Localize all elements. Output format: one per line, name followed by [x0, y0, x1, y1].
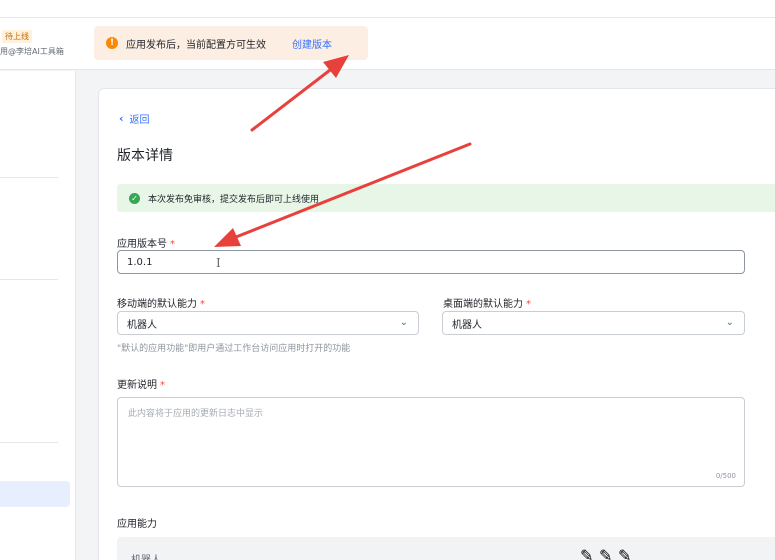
create-version-link[interactable]: 创建版本 [292, 36, 332, 51]
sidebar-item-active[interactable] [0, 481, 70, 507]
desktop-capability-label: 桌面端的默认能力 * [443, 299, 531, 310]
capabilities-label: 应用能力 [117, 519, 157, 530]
success-notice: ✓ 本次发布免审核，提交发布后即可上线使用 [117, 184, 775, 212]
changelog-placeholder: 此内容将于应用的更新日志中显示 [128, 409, 264, 419]
required-mark: * [200, 299, 205, 310]
publish-notice: ! 应用发布后，当前配置方可生效 创建版本 [94, 26, 368, 60]
check-circle-icon: ✓ [129, 192, 140, 204]
changelog-char-count: 0/500 [715, 472, 736, 480]
required-mark: * [160, 380, 165, 391]
back-link[interactable]: ‹ 返回 [119, 111, 150, 126]
version-detail-card: ‹ 返回 版本详情 ✓ 本次发布免审核，提交发布后即可上线使用 应用版本号 * 1… [98, 88, 775, 560]
chevron-down-icon: ⌄ [399, 317, 408, 328]
warning-icon: ! [106, 37, 118, 49]
sidebar-divider [0, 279, 58, 280]
app-header: 待上线 用@李培AI工具箱 ! 应用发布后，当前配置方可生效 创建版本 [0, 18, 775, 70]
capabilities-box: 机器人 [117, 537, 775, 560]
mobile-capability-select[interactable]: 机器人 ⌄ [117, 311, 419, 335]
left-sidebar [0, 71, 76, 560]
app-owner: 用@李培AI工具箱 [0, 47, 64, 56]
default-capability-hint: "默认的应用功能"即用户通过工作台访问应用时打开的功能 [117, 344, 351, 354]
chevron-left-icon: ‹ [119, 112, 124, 125]
sidebar-divider [0, 177, 58, 178]
status-badge: 待上线 [2, 30, 32, 43]
mobile-capability-value: 机器人 [127, 319, 157, 331]
version-input[interactable]: 1.0.1 I [117, 250, 745, 274]
scribble-sticker-icon: ✎ ✎ ✎ [580, 546, 632, 560]
chevron-down-icon: ⌄ [725, 317, 734, 328]
desktop-capability-select[interactable]: 机器人 ⌄ [442, 311, 745, 335]
capability-item: 机器人 [131, 551, 161, 560]
mobile-capability-label: 移动端的默认能力 * [117, 299, 205, 310]
page-title: 版本详情 [117, 148, 173, 164]
publish-notice-text: 应用发布后，当前配置方可生效 [126, 39, 266, 51]
text-cursor-icon: I [216, 256, 221, 270]
back-label: 返回 [129, 115, 150, 126]
desktop-capability-value: 机器人 [452, 319, 482, 331]
version-value: 1.0.1 [127, 256, 153, 268]
success-notice-text: 本次发布免审核，提交发布后即可上线使用 [148, 194, 320, 205]
sidebar-divider [0, 442, 58, 443]
required-mark: * [526, 299, 531, 310]
version-label: 应用版本号 * [117, 239, 175, 250]
required-mark: * [170, 239, 175, 250]
changelog-textarea[interactable]: 此内容将于应用的更新日志中显示 0/500 [117, 397, 745, 487]
changelog-label: 更新说明 * [117, 380, 165, 391]
top-strip [0, 0, 775, 18]
